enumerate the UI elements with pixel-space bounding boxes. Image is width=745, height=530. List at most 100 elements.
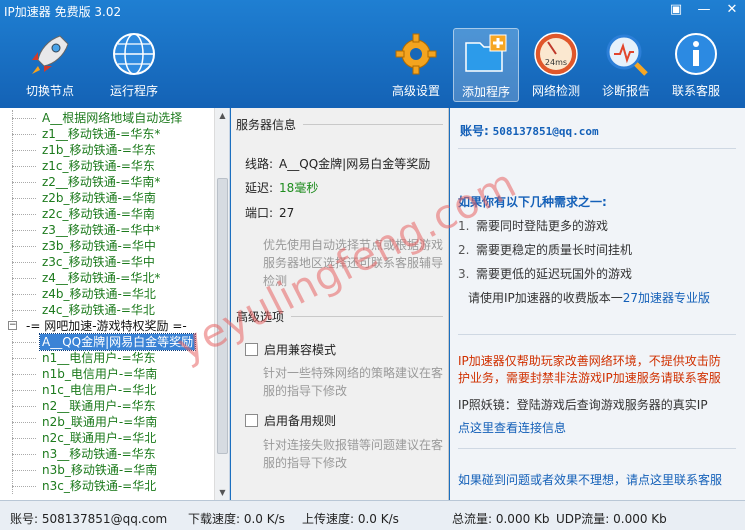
server-tree-panel: A__根据网络地域自动选择 z1__移动铁通-=华东* z1b_移动铁通-=华东 z1… — [0, 108, 230, 500]
tree-node-label: n1c_电信用户-=华北 — [42, 383, 157, 397]
tree-branch-line — [12, 438, 36, 439]
tree-node-label: z1__移动铁通-=华东* — [42, 127, 161, 141]
diagnostic-report-button[interactable]: 诊断报告 — [593, 28, 659, 102]
server-tree: A__根据网络地域自动选择 z1__移动铁通-=华东* z1b_移动铁通-=华东 z1… — [0, 110, 214, 494]
support-link[interactable]: 如果碰到问题或者效果不理想，请点这里联系客服 — [458, 471, 722, 488]
tree-node[interactable]: A__QQ金牌|网易白金等奖励 — [0, 333, 214, 351]
tree-node-label: z3c_移动铁通-=华中 — [42, 255, 155, 269]
tree-node[interactable]: z4b_移动铁通-=华北 — [0, 286, 214, 302]
account-panel: 账号: 508137851@qq.com 如果你有以下几种需求之一: 1. 需要同… — [450, 108, 745, 500]
rocket-icon — [26, 30, 74, 78]
tree-node-label: z2__移动铁通-=华南* — [42, 175, 161, 189]
backup-rules-label: 启用备用规则 — [264, 414, 337, 428]
tree-node[interactable]: z1__移动铁通-=华东* — [0, 126, 214, 142]
port-value: 27 — [279, 206, 295, 220]
tree-node[interactable]: n2__联通用户-=华东 — [0, 398, 214, 414]
network-check-button[interactable]: 24ms 网络检测 — [523, 28, 589, 102]
latency-row: 延迟: 18毫秒 — [245, 179, 318, 196]
tree-node-label: n1b_电信用户-=华南 — [42, 367, 158, 381]
tree-branch-line — [12, 262, 36, 263]
pro-version-link[interactable]: 27加速器专业版 — [623, 291, 710, 305]
tree-node-label: -= 网吧加速-游戏特权奖励 =- — [26, 319, 187, 333]
tree-node[interactable]: z1c_移动铁通-=华东 — [0, 158, 214, 174]
diagnostic-report-label: 诊断报告 — [601, 84, 650, 98]
tree-node-label: A__根据网络地域自动选择 — [42, 111, 183, 125]
tree-node[interactable]: z2c_移动铁通-=华南 — [0, 206, 214, 222]
tree-node[interactable]: z3__移动铁通-=华中* — [0, 222, 214, 238]
latency-label: 延迟: — [245, 181, 274, 195]
tree-node[interactable]: n2c_联通用户-=华北 — [0, 430, 214, 446]
server-info-panel: 服务器信息 线路: A__QQ金牌|网易白金等奖励 延迟: 18毫秒 端口: 27 优… — [231, 108, 449, 500]
section-divider — [291, 316, 443, 317]
service-warning: IP加速器仅帮助玩家改善网络环境，不提供攻击防护业务，需要封禁非法游戏IP加速服… — [458, 354, 721, 385]
run-program-button[interactable]: 运行程序 — [101, 28, 167, 102]
tree-branch-line — [12, 134, 36, 135]
tree-node[interactable]: A__根据网络地域自动选择 — [0, 110, 214, 126]
divider — [458, 334, 736, 335]
tree-node-label: n3b_移动铁通-=华南 — [42, 463, 158, 477]
close-icon[interactable]: ✕ — [725, 2, 739, 17]
ip-tip: IP照妖镜：登陆游戏后查询游戏服务器的真实IP — [458, 398, 708, 412]
tree-node[interactable]: z4c_移动铁通-=华北 — [0, 302, 214, 318]
tree-branch-line — [12, 294, 36, 295]
checkbox-box[interactable] — [245, 343, 258, 356]
scroll-thumb[interactable] — [217, 178, 228, 454]
tree-node[interactable]: z4__移动铁通-=华北* — [0, 270, 214, 286]
tree-node[interactable]: z3c_移动铁通-=华中 — [0, 254, 214, 270]
tree-node[interactable]: n1__电信用户-=华东 — [0, 350, 214, 366]
tree-branch-line — [12, 214, 36, 215]
status-upload: 上传速度: 0.0 K/s — [302, 512, 399, 526]
status-bar: 账号: 508137851@qq.com 下载速度: 0.0 K/s 上传速度:… — [0, 500, 745, 530]
contact-support-button[interactable]: 联系客服 — [663, 28, 729, 102]
port-label: 端口: — [245, 206, 274, 220]
tree-branch-line — [12, 246, 36, 247]
latency-badge: 24ms — [545, 58, 567, 67]
account-row: 账号: 508137851@qq.com — [460, 122, 599, 139]
collapse-icon[interactable]: − — [8, 321, 17, 330]
tree-node-label: z1b_移动铁通-=华东 — [42, 143, 156, 157]
tree-node[interactable]: z2b_移动铁通-=华南 — [0, 190, 214, 206]
advanced-settings-button[interactable]: 高级设置 — [383, 28, 449, 102]
minimize-icon[interactable]: — — [697, 2, 711, 17]
tree-node[interactable]: n3c_移动铁通-=华北 — [0, 478, 214, 494]
tree-node[interactable]: n3b_移动铁通-=华南 — [0, 462, 214, 478]
scroll-up-icon[interactable]: ▲ — [215, 108, 229, 123]
tree-node[interactable]: n1b_电信用户-=华南 — [0, 366, 214, 382]
tree-node[interactable]: n1c_电信用户-=华北 — [0, 382, 214, 398]
tree-branch-line — [12, 310, 36, 311]
compat-mode-label: 启用兼容模式 — [264, 343, 337, 357]
tree-node-label: z1c_移动铁通-=华东 — [42, 159, 155, 173]
tree-node-label: n2b_联通用户-=华南 — [42, 415, 158, 429]
status-account: 账号: 508137851@qq.com — [10, 512, 168, 526]
need-item: 3. 需要更低的延迟玩国外的游戏 — [458, 267, 633, 281]
line-row: 线路: A__QQ金牌|网易白金等奖励 — [245, 155, 430, 172]
backup-hint: 针对连接失败报错等问题建议在客服的指导下修改 — [263, 438, 444, 470]
connection-info-link[interactable]: 点这里查看连接信息 — [458, 419, 566, 436]
toolbar-band: IP加速器 免费版 3.02 ▣ — ✕ 切换节点 运行程序 高级设置 添加程序… — [0, 0, 745, 108]
tree-node-label: z3b_移动铁通-=华中 — [42, 239, 156, 253]
need-item: 1. 需要同时登陆更多的游戏 — [458, 219, 609, 233]
window-controls: ▣ — ✕ — [669, 2, 739, 17]
tree-branch-line — [12, 342, 36, 343]
tree-branch-line — [12, 182, 36, 183]
tree-node-label: A__QQ金牌|网易白金等奖励 — [38, 333, 197, 351]
compat-mode-checkbox[interactable]: 启用兼容模式 — [245, 341, 336, 358]
globe-icon — [110, 30, 158, 78]
tree-node[interactable]: z1b_移动铁通-=华东 — [0, 142, 214, 158]
tree-node[interactable]: n3__移动铁通-=华东 — [0, 446, 214, 462]
server-hint: 优先使用自动选择节点或根据游戏服务器地区选择还可联系客服辅导检测 — [263, 238, 444, 288]
checkbox-box[interactable] — [245, 414, 258, 427]
tree-group[interactable]: − -= 网吧加速-游戏特权奖励 =- — [0, 318, 214, 334]
tree-scrollbar[interactable]: ▲ ▼ — [214, 108, 229, 500]
tree-branch-line — [12, 150, 36, 151]
add-folder-icon — [462, 31, 510, 79]
add-program-button[interactable]: 添加程序 — [453, 28, 519, 102]
switch-node-button[interactable]: 切换节点 — [17, 28, 83, 102]
scroll-down-icon[interactable]: ▼ — [215, 485, 229, 500]
tree-node[interactable]: z2__移动铁通-=华南* — [0, 174, 214, 190]
tree-node[interactable]: n2b_联通用户-=华南 — [0, 414, 214, 430]
tree-node[interactable]: z3b_移动铁通-=华中 — [0, 238, 214, 254]
skin-icon[interactable]: ▣ — [669, 2, 683, 17]
tree-branch-line — [12, 422, 36, 423]
backup-rules-checkbox[interactable]: 启用备用规则 — [245, 412, 336, 429]
